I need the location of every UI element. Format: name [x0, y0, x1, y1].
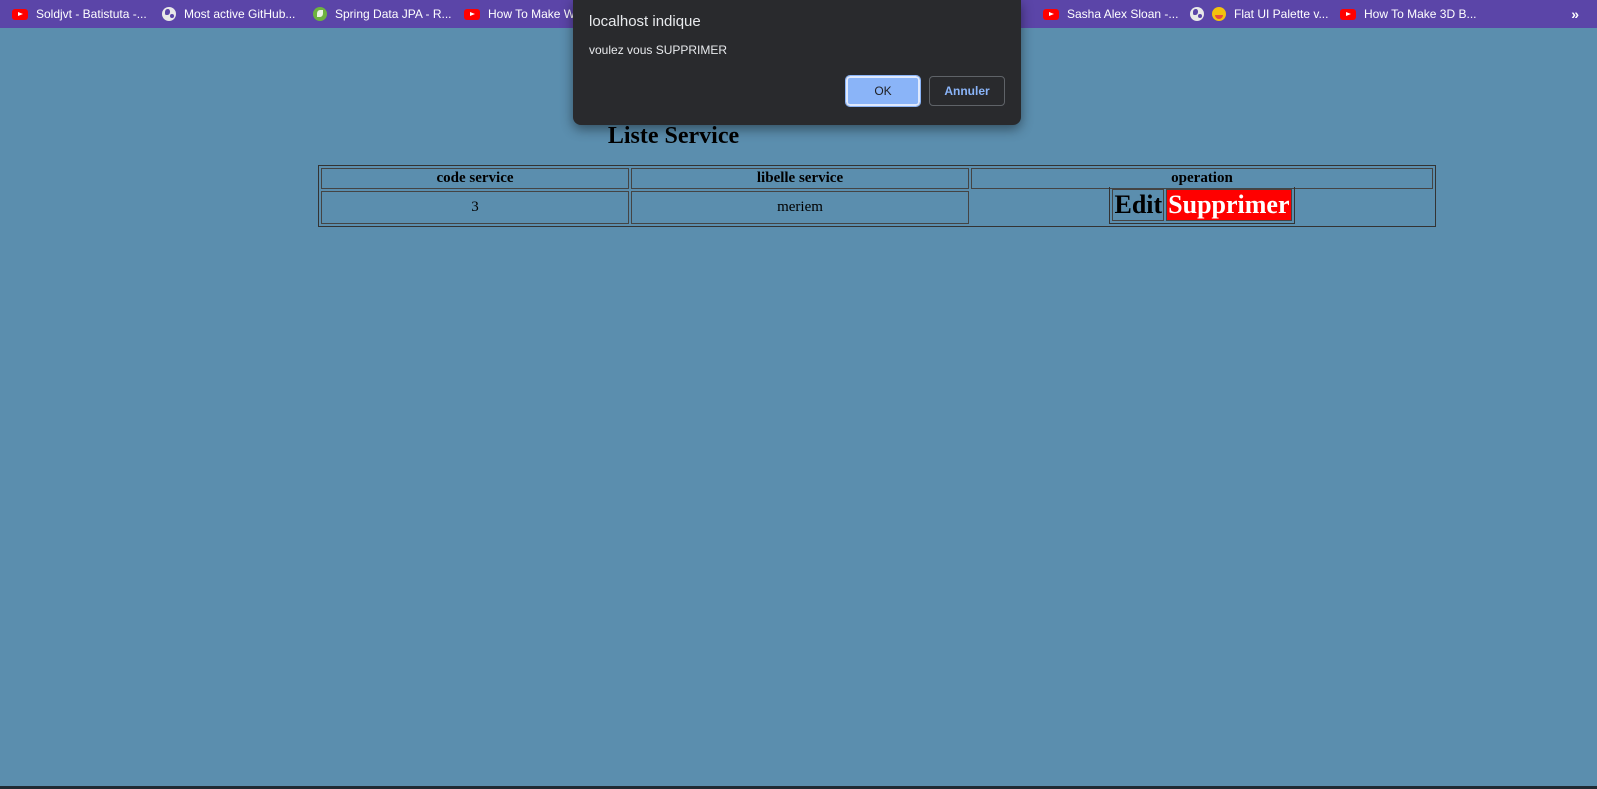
edit-link[interactable]: Edit: [1113, 190, 1163, 220]
ok-button[interactable]: OK: [845, 75, 921, 107]
column-header-libelle: libelle service: [631, 168, 969, 189]
service-table: code service libelle service operation 3…: [318, 165, 1436, 227]
dialog-message: voulez vous SUPPRIMER: [589, 43, 728, 57]
globe-icon: [1190, 7, 1204, 21]
bookmark-flat-ui-palette[interactable]: Flat UI Palette v...: [1190, 0, 1328, 28]
bookmark-label: Most active GitHub...: [184, 7, 296, 21]
bookmark-label: Flat UI Palette v...: [1234, 7, 1329, 21]
table-header-row: code service libelle service operation: [321, 168, 1433, 189]
page-title: Liste Service: [607, 123, 740, 149]
table-row: 3 meriem Edit Supprimer: [321, 187, 1433, 224]
bookmark-label: How To Make W: [488, 7, 576, 21]
cell-operation: Edit Supprimer: [971, 187, 1433, 224]
flat-ui-icon: [1212, 7, 1226, 21]
confirm-dialog: localhost indique voulez vous SUPPRIMER …: [573, 0, 1021, 125]
spring-icon: [313, 7, 327, 21]
bookmark-label: Spring Data JPA - R...: [335, 7, 452, 21]
youtube-icon: [1340, 8, 1356, 20]
youtube-icon: [12, 8, 28, 20]
bookmark-label: How To Make 3D B...: [1364, 7, 1477, 21]
cell-code: 3: [321, 191, 629, 224]
delete-link[interactable]: Supprimer: [1167, 190, 1291, 220]
globe-icon: [162, 7, 176, 21]
bookmark-how-to-make-3d[interactable]: How To Make 3D B...: [1340, 0, 1477, 28]
column-header-operation: operation: [971, 168, 1433, 189]
more-bookmarks-button[interactable]: »: [1571, 0, 1579, 28]
bookmark-github[interactable]: Most active GitHub...: [162, 0, 295, 28]
operation-buttons: Edit Supprimer: [1109, 187, 1295, 224]
bookmark-how-to-make[interactable]: How To Make W: [464, 0, 575, 28]
dialog-origin: localhost indique: [589, 13, 701, 30]
youtube-icon: [1043, 8, 1059, 20]
column-header-code: code service: [321, 168, 629, 189]
cell-libelle: meriem: [631, 191, 969, 224]
bookmark-label: Soldjvt - Batistuta -...: [36, 7, 147, 21]
bookmark-soldjvt[interactable]: Soldjvt - Batistuta -...: [12, 0, 147, 28]
bookmark-spring-data[interactable]: Spring Data JPA - R...: [313, 0, 452, 28]
youtube-icon: [464, 8, 480, 20]
bookmark-label: Sasha Alex Sloan -...: [1067, 7, 1179, 21]
bookmark-sasha-alex-sloan[interactable]: Sasha Alex Sloan -...: [1043, 0, 1178, 28]
cancel-button[interactable]: Annuler: [929, 76, 1005, 106]
